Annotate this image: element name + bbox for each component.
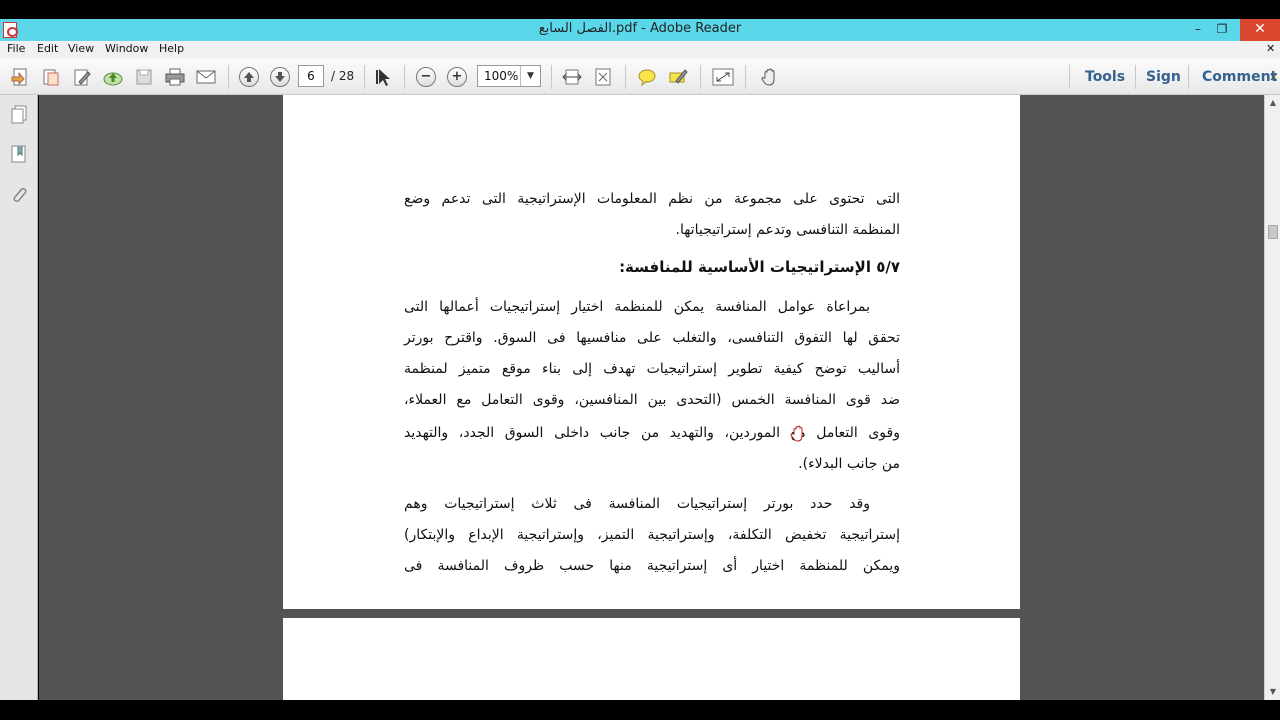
menu-view[interactable]: View bbox=[68, 42, 94, 55]
toolbar-separator bbox=[1069, 65, 1070, 89]
restore-button[interactable]: ❐ bbox=[1208, 19, 1236, 41]
bookmarks-icon[interactable] bbox=[10, 144, 28, 164]
section-heading: ٥/٧ الإستراتيجيات الأساسية للمنافسة: bbox=[619, 258, 900, 276]
full-screen-icon[interactable] bbox=[712, 67, 734, 87]
menu-edit[interactable]: Edit bbox=[37, 42, 58, 55]
body-line: وقوى التعامل مع الموردين، والتهديد من جا… bbox=[404, 425, 900, 441]
chevron-down-icon[interactable]: ▼ bbox=[520, 66, 540, 86]
toolbar-separator bbox=[625, 65, 626, 89]
zoom-out-glyph: − bbox=[420, 69, 432, 84]
body-line: إستراتيجية تخفيض التكلفة، وإستراتيجية ال… bbox=[404, 527, 900, 543]
hand-cursor-icon bbox=[790, 425, 806, 443]
upload-cloud-icon[interactable] bbox=[102, 67, 123, 87]
hand-tool-icon[interactable] bbox=[760, 67, 780, 87]
scroll-down-icon[interactable]: ▼ bbox=[1265, 684, 1280, 700]
highlight-icon[interactable] bbox=[668, 67, 688, 87]
zoom-in-icon[interactable]: + bbox=[447, 67, 467, 87]
toolbar-separator bbox=[700, 65, 701, 89]
document-viewport[interactable]: التى تحتوى على مجموعة من نظم المعلومات ا… bbox=[39, 95, 1264, 700]
body-line: التى تحتوى على مجموعة من نظم المعلومات ا… bbox=[404, 191, 900, 207]
toolbar-separator bbox=[404, 65, 405, 89]
page-number-input[interactable]: 6 bbox=[298, 65, 324, 87]
fit-width-icon[interactable] bbox=[562, 67, 582, 87]
navigation-pane bbox=[0, 95, 38, 700]
zoom-in-glyph: + bbox=[451, 69, 463, 84]
print-icon[interactable] bbox=[164, 67, 185, 87]
combine-files-icon[interactable] bbox=[41, 67, 61, 87]
close-button[interactable]: ✕ bbox=[1240, 19, 1280, 41]
body-line: بمراعاة عوامل المنافسة يمكن للمنظمة اختي… bbox=[404, 299, 870, 315]
save-icon[interactable] bbox=[134, 67, 154, 87]
toolbar-separator bbox=[364, 65, 365, 89]
zoom-select[interactable]: 100% ▼ bbox=[477, 65, 541, 87]
toolbar-separator bbox=[551, 65, 552, 89]
comment-button[interactable]: Comment bbox=[1202, 69, 1277, 85]
close-pane-icon[interactable]: ✕ bbox=[1269, 71, 1278, 84]
body-line: وقد حدد بورتر إستراتيجيات المنافسة فى ثل… bbox=[404, 496, 870, 512]
select-cursor-icon[interactable] bbox=[374, 67, 394, 87]
edit-pdf-icon[interactable] bbox=[72, 67, 92, 87]
sign-button[interactable]: Sign bbox=[1146, 69, 1181, 85]
toolbar-separator bbox=[1188, 65, 1189, 89]
body-line: ويمكن للمنظمة اختيار أى إستراتيجية منها … bbox=[404, 558, 900, 574]
previous-page-icon[interactable] bbox=[239, 67, 259, 87]
body-line: ضد قوى المنافسة الخمس (التحدى بين المناف… bbox=[404, 392, 900, 408]
fit-page-icon[interactable] bbox=[593, 67, 613, 87]
tools-button[interactable]: Tools bbox=[1085, 69, 1125, 85]
body-line: تحقق لها التفوق التنافسى، والتغلب على من… bbox=[404, 330, 900, 346]
toolbar-separator bbox=[1135, 65, 1136, 89]
zoom-out-icon[interactable]: − bbox=[416, 67, 436, 87]
body-line: أساليب توضح كيفية تطوير إستراتيجيات تهدف… bbox=[404, 361, 900, 377]
title-bar[interactable]: الفصل السابع.pdf - Adobe Reader – ❐ ✕ bbox=[0, 19, 1280, 41]
body-line: المنظمة التنافسى وتدعم إستراتيجياتها. bbox=[675, 222, 900, 238]
adobe-reader-icon bbox=[3, 22, 18, 38]
sticky-note-icon[interactable] bbox=[637, 67, 657, 87]
pdf-page bbox=[283, 618, 1020, 700]
menu-file[interactable]: File bbox=[7, 42, 25, 55]
app-window: الفصل السابع.pdf - Adobe Reader – ❐ ✕ Fi… bbox=[0, 0, 1280, 720]
menu-help[interactable]: Help bbox=[159, 42, 184, 55]
menu-bar: File Edit View Window Help ✕ bbox=[0, 41, 1280, 59]
attachments-icon[interactable] bbox=[10, 185, 28, 205]
page-thumbnails-icon[interactable] bbox=[10, 105, 28, 125]
scroll-up-icon[interactable]: ▲ bbox=[1265, 95, 1280, 111]
pdf-page: التى تحتوى على مجموعة من نظم المعلومات ا… bbox=[283, 95, 1020, 609]
window-title: الفصل السابع.pdf - Adobe Reader bbox=[538, 21, 742, 36]
page-total: / 28 bbox=[331, 69, 355, 83]
toolbar-separator bbox=[228, 65, 229, 89]
body-line: من جانب البدلاء). bbox=[798, 456, 900, 472]
next-page-icon[interactable] bbox=[270, 67, 290, 87]
email-icon[interactable] bbox=[195, 67, 216, 87]
menu-window[interactable]: Window bbox=[105, 42, 148, 55]
close-document-icon[interactable]: ✕ bbox=[1266, 42, 1275, 55]
create-pdf-icon[interactable] bbox=[10, 67, 30, 87]
zoom-value: 100% bbox=[484, 69, 519, 83]
toolbar-separator bbox=[745, 65, 746, 89]
scrollbar-thumb[interactable] bbox=[1268, 225, 1278, 239]
vertical-scrollbar[interactable]: ▲ ▼ bbox=[1264, 95, 1280, 700]
